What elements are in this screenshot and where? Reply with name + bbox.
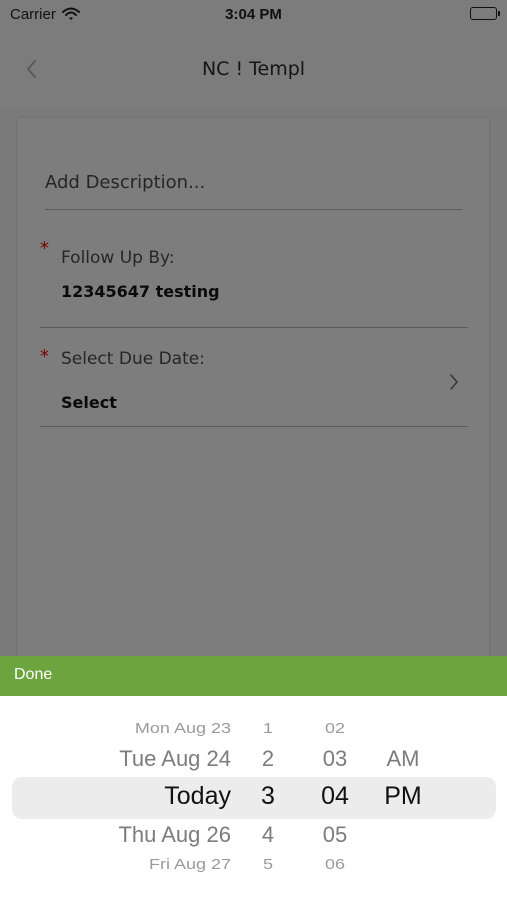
status-time: 3:04 PM — [225, 6, 282, 23]
picker-hour-item[interactable]: 1 — [250, 720, 286, 737]
picker-hour-item[interactable]: 2 — [250, 746, 286, 772]
picker-date-item[interactable]: Thu Aug 26 — [118, 822, 231, 848]
picker-date-column[interactable]: Mon Aug 23 Tue Aug 24 Today Thu Aug 26 F… — [20, 696, 231, 900]
page-title: NC ! Templ — [201, 58, 306, 80]
picker-minute-item[interactable]: 02 — [310, 720, 360, 737]
picker-date-item[interactable]: Mon Aug 23 — [135, 720, 231, 737]
picker-toolbar: Done — [0, 656, 507, 696]
picker-ampm-item-selected[interactable]: PM — [375, 782, 431, 811]
description-input[interactable]: Add Description... — [45, 172, 462, 210]
follow-up-field[interactable]: * Follow Up By: 12345647 testing — [40, 238, 468, 328]
picker-hour-item[interactable]: 5 — [250, 856, 286, 873]
status-bar: Carrier 3:04 PM — [0, 0, 507, 30]
picker-ampm-item[interactable]: AM — [375, 746, 431, 772]
picker-minute-item-selected[interactable]: 04 — [310, 782, 360, 811]
picker-date-item-selected[interactable]: Today — [164, 782, 231, 811]
follow-up-label: Follow Up By: — [61, 248, 175, 268]
picker-hour-item-selected[interactable]: 3 — [250, 782, 286, 811]
battery-icon — [470, 7, 500, 20]
required-asterisk: * — [40, 346, 49, 367]
description-placeholder: Add Description... — [45, 172, 206, 193]
nav-bar: NC ! Templ — [0, 30, 507, 108]
picker-hour-column[interactable]: 1 2 3 4 5 — [250, 696, 286, 900]
due-date-label: Select Due Date: — [61, 349, 205, 369]
picker-hour-item[interactable]: 4 — [250, 822, 286, 848]
done-button[interactable]: Done — [14, 666, 52, 684]
follow-up-value: 12345647 testing — [61, 282, 220, 301]
due-date-field[interactable]: * Select Due Date: Select — [40, 346, 468, 427]
required-asterisk: * — [40, 238, 49, 259]
date-time-picker[interactable]: Mon Aug 23 Tue Aug 24 Today Thu Aug 26 F… — [0, 696, 507, 900]
due-date-value: Select — [61, 393, 117, 412]
picker-minute-item[interactable]: 03 — [310, 746, 360, 772]
picker-minute-item[interactable]: 05 — [310, 822, 360, 848]
picker-minute-column[interactable]: 02 03 04 05 06 — [310, 696, 360, 900]
picker-ampm-column[interactable]: AM PM — [375, 696, 431, 900]
picker-date-item[interactable]: Tue Aug 24 — [119, 746, 231, 772]
chevron-right-icon — [448, 372, 460, 392]
picker-minute-item[interactable]: 06 — [310, 856, 360, 873]
picker-date-item[interactable]: Fri Aug 27 — [149, 856, 231, 873]
